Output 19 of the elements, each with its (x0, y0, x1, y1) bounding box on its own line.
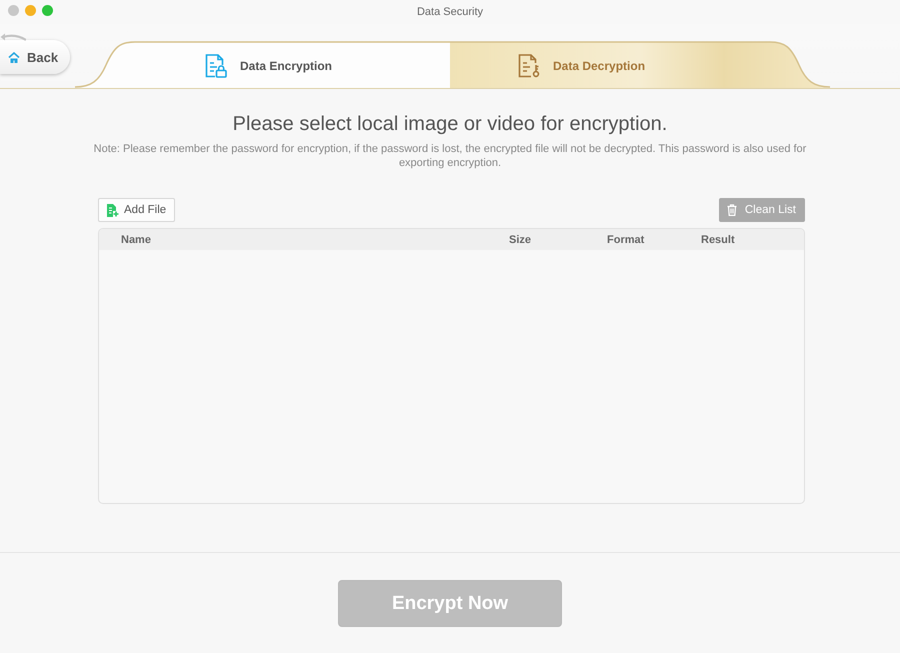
back-button[interactable]: Back (0, 40, 70, 74)
heading: Please select local image or video for encryption. (232, 112, 668, 136)
note-text: Note: Please remember the password for encryption, if the password is lost, the encrypted file will not be decrypted. This password is also used for exporting encryption. (92, 142, 808, 170)
window-title: Data Security (416, 6, 484, 18)
column-header: Result (701, 234, 735, 246)
zoom-button[interactable] (42, 5, 53, 16)
column-header: Size (509, 234, 532, 246)
document-lock-icon (205, 54, 228, 78)
add-file-button[interactable]: Add File (98, 198, 176, 222)
column-header: Format (607, 234, 644, 246)
home-icon (8, 52, 20, 62)
column-header: Name (121, 234, 151, 246)
close-button[interactable] (8, 5, 19, 16)
minimize-button[interactable] (25, 5, 36, 16)
file-plus-icon (106, 204, 119, 216)
curved-arrow-icon (0, 32, 26, 44)
trash-icon (726, 204, 737, 216)
tab[interactable]: Data Encryption (75, 41, 450, 88)
document-key-icon (518, 54, 541, 78)
